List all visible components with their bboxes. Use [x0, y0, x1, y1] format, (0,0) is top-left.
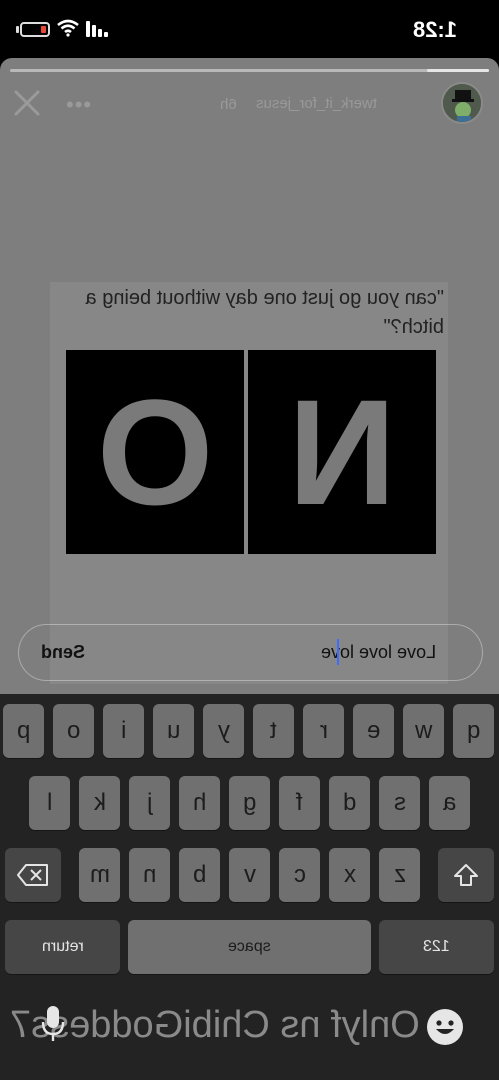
key-s[interactable]: s	[379, 776, 420, 830]
key-j[interactable]: j	[129, 776, 170, 830]
key-r[interactable]: r	[303, 704, 344, 758]
key-label: t	[270, 717, 277, 744]
key-a[interactable]: a	[429, 776, 470, 830]
key-label: z	[393, 861, 406, 888]
key-label: k	[93, 789, 106, 816]
key-label: l	[46, 789, 53, 816]
delete-icon	[17, 864, 48, 886]
story-progress-bar	[10, 69, 489, 72]
key-k[interactable]: k	[79, 776, 120, 830]
key-w[interactable]: w	[403, 704, 444, 758]
story-caption: "can you go just one day without being a…	[85, 287, 444, 338]
avatar[interactable]	[441, 82, 483, 124]
status-time: 1:28	[412, 17, 457, 42]
key-label: f	[296, 789, 303, 816]
key-label: o	[66, 717, 81, 744]
key-label: m	[89, 861, 110, 888]
key-p[interactable]: p	[3, 704, 44, 758]
status-bar: 1:28	[0, 0, 499, 58]
key-label: j	[146, 789, 153, 816]
key-h[interactable]: h	[179, 776, 220, 830]
key-label: r	[319, 717, 328, 744]
send-button[interactable]: Send	[41, 642, 85, 663]
key-m[interactable]: m	[79, 848, 120, 902]
key-u[interactable]: u	[153, 704, 194, 758]
key-label: s	[393, 789, 406, 816]
key-n[interactable]: n	[129, 848, 170, 902]
key-z[interactable]: z	[379, 848, 420, 902]
tile-letter: O	[96, 367, 214, 536]
key-v[interactable]: v	[229, 848, 270, 902]
emoji-icon[interactable]	[427, 1009, 463, 1045]
key-label: y	[217, 717, 230, 744]
key-o[interactable]: o	[53, 704, 94, 758]
text-caret	[337, 639, 339, 665]
key-q[interactable]: q	[453, 704, 494, 758]
battery-low-icon	[20, 22, 50, 37]
key-label: i	[120, 717, 127, 744]
key-label: n	[142, 861, 157, 888]
story-progress-fill	[426, 69, 489, 72]
key-c[interactable]: c	[279, 848, 320, 902]
key-i[interactable]: i	[103, 704, 144, 758]
key-label: q	[466, 717, 481, 744]
reply-input-bar[interactable]: Send Love love love	[18, 624, 483, 681]
key-d[interactable]: d	[329, 776, 370, 830]
return-key-label: return	[41, 938, 84, 955]
key-label: d	[342, 789, 357, 816]
microphone-icon[interactable]	[40, 1004, 66, 1044]
space-key-label: space	[228, 938, 271, 955]
key-f[interactable]: f	[279, 776, 320, 830]
numbers-key[interactable]: 123	[379, 920, 494, 974]
tile-o: O	[66, 350, 244, 554]
key-label: w	[414, 717, 433, 744]
key-label: b	[192, 861, 207, 888]
key-l[interactable]: l	[29, 776, 70, 830]
key-label: e	[366, 717, 381, 744]
key-label: v	[243, 861, 256, 888]
wifi-icon	[57, 19, 79, 37]
shift-key[interactable]	[438, 848, 494, 902]
key-t[interactable]: t	[253, 704, 294, 758]
story-username[interactable]: twerk_it_for_jesus	[256, 95, 377, 112]
numbers-key-label: 123	[423, 938, 450, 955]
key-g[interactable]: g	[229, 776, 270, 830]
shift-icon	[454, 864, 478, 886]
space-key[interactable]: space	[128, 920, 371, 974]
key-e[interactable]: e	[353, 704, 394, 758]
dictation-text: Onlyf ns ChibiGoddess7	[10, 1004, 420, 1046]
key-label: p	[16, 717, 31, 744]
tile-n: N	[248, 350, 436, 554]
cellular-signal-icon	[86, 21, 108, 37]
key-y[interactable]: y	[203, 704, 244, 758]
emoji-face	[436, 1020, 454, 1034]
key-b[interactable]: b	[179, 848, 220, 902]
avatar-image	[443, 84, 481, 122]
key-label: g	[242, 789, 257, 816]
key-label: x	[343, 861, 356, 888]
key-label: u	[166, 717, 181, 744]
more-icon[interactable]: •••	[66, 92, 92, 118]
delete-key[interactable]	[5, 848, 61, 902]
return-key[interactable]: return	[5, 920, 120, 974]
tile-letter: N	[287, 367, 397, 536]
close-icon[interactable]	[12, 88, 42, 118]
key-x[interactable]: x	[329, 848, 370, 902]
key-label: h	[192, 789, 207, 816]
key-label: a	[442, 789, 457, 816]
key-label: c	[293, 861, 306, 888]
story-timestamp: 6h	[220, 96, 237, 113]
